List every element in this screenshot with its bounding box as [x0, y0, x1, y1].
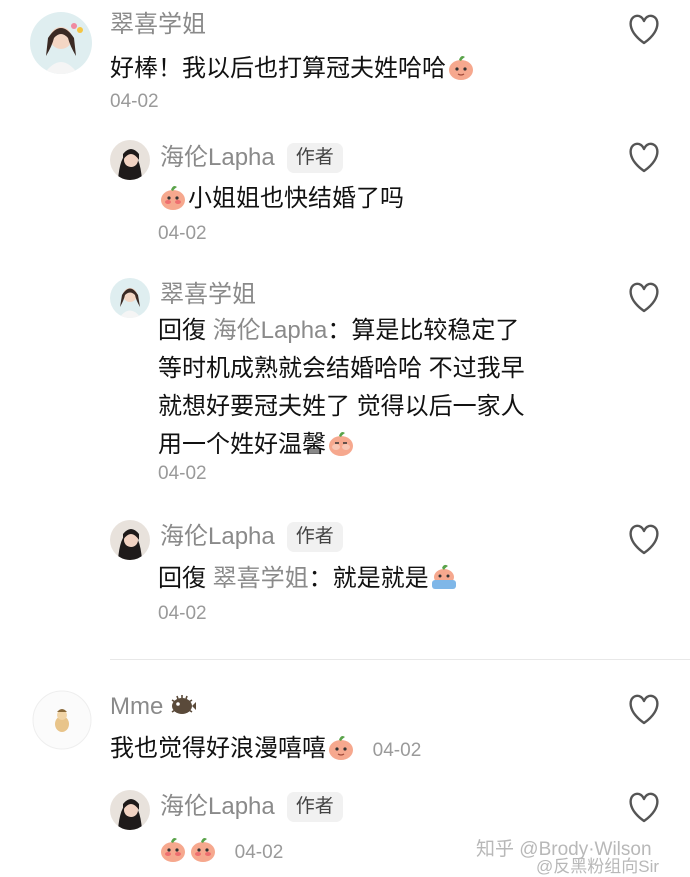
peach-cover-face-emoji-icon: [326, 428, 356, 458]
reply-separator: ：: [308, 565, 333, 592]
reply-to-name[interactable]: 海伦Lapha: [213, 317, 328, 344]
comment-date: 04-02: [372, 740, 422, 761]
avatar[interactable]: [30, 12, 92, 74]
comment-body-line: 算是比较稳定了: [351, 317, 520, 344]
like-heart-icon[interactable]: [626, 140, 662, 174]
avatar[interactable]: [32, 690, 92, 750]
comment-date: 04-02: [158, 223, 207, 244]
commenter-name[interactable]: 翠喜学姐: [110, 10, 206, 40]
comment-date: 04-02: [110, 91, 159, 112]
reply-prefix: 回復: [158, 565, 206, 592]
reply-prefix: 回復: [158, 317, 206, 344]
comment-text: 好棒！我以后也打算冠夫姓哈哈: [110, 50, 476, 88]
comment-text: 小姐姐也快结婚了吗: [158, 180, 404, 218]
comment-body-line: 用一个姓好温馨: [158, 431, 326, 458]
watermark-weibo: @反黑粉组向Sir: [536, 857, 660, 876]
comment-line: 就想好要冠夫姓了 觉得以后一家人: [158, 393, 525, 420]
like-heart-icon[interactable]: [626, 522, 662, 556]
commenter-name[interactable]: 海伦Lapha 作者: [160, 792, 343, 822]
comment-text: 我也觉得好浪漫嘻嘻 04-02: [110, 730, 421, 768]
comment-text: 04-02: [158, 832, 283, 870]
author-badge: 作者: [286, 522, 343, 552]
comment-body: 小姐姐也快结婚了吗: [188, 185, 404, 212]
avatar[interactable]: [110, 278, 150, 318]
author-name[interactable]: 海伦Lapha: [160, 144, 275, 171]
comment-line: 用一个姓好温馨: [158, 426, 525, 464]
comment-text: 回復 海伦Lapha：算是比较稳定了 等时机成熟就会结婚哈哈 不过我早 就想好要…: [158, 312, 525, 464]
like-heart-icon[interactable]: [626, 280, 662, 314]
comment-date: 04-02: [234, 842, 284, 863]
avatar[interactable]: [110, 140, 150, 180]
comment-body: 就是就是: [332, 565, 429, 592]
comment-text: 回復 翠喜学姐：就是就是: [158, 560, 459, 598]
like-heart-icon[interactable]: [626, 12, 662, 46]
thread-divider: [110, 659, 690, 660]
pufferfish-icon: [167, 690, 197, 720]
commenter-name[interactable]: 海伦Lapha 作者: [160, 143, 343, 173]
comment-date: 04-02: [158, 603, 207, 624]
like-heart-icon[interactable]: [626, 790, 662, 824]
comment-body: 好棒！我以后也打算冠夫姓哈哈: [110, 55, 446, 82]
avatar[interactable]: [110, 520, 150, 560]
reply-separator: ：: [327, 317, 352, 344]
commenter-name[interactable]: 翠喜学姐: [160, 280, 256, 310]
like-heart-icon[interactable]: [626, 692, 662, 726]
peach-emoji-icon: [326, 732, 356, 762]
comment-line: 回復 海伦Lapha：算是比较稳定了: [158, 312, 525, 350]
comment-body: 我也觉得好浪漫嘻嘻: [110, 735, 326, 762]
peach-emoji-icon: [158, 834, 188, 864]
author-badge: 作者: [286, 792, 343, 822]
peach-emoji-icon: [188, 834, 218, 864]
commenter-name[interactable]: Mme: [110, 690, 197, 722]
author-badge: 作者: [286, 143, 343, 173]
peach-bath-emoji-icon: [429, 562, 459, 592]
commenter-name[interactable]: 海伦Lapha 作者: [160, 522, 343, 552]
avatar[interactable]: [110, 790, 150, 830]
commenter-name-text[interactable]: Mme: [110, 693, 163, 720]
peach-emoji-icon: [446, 52, 476, 82]
comment-date: 04-02: [158, 463, 207, 484]
reply-to-name[interactable]: 翠喜学姐: [213, 565, 309, 592]
comment-line: 等时机成熟就会结婚哈哈 不过我早: [158, 355, 525, 382]
peach-shy-emoji-icon: [158, 182, 188, 212]
author-name[interactable]: 海伦Lapha: [160, 523, 275, 550]
author-name[interactable]: 海伦Lapha: [160, 793, 275, 820]
